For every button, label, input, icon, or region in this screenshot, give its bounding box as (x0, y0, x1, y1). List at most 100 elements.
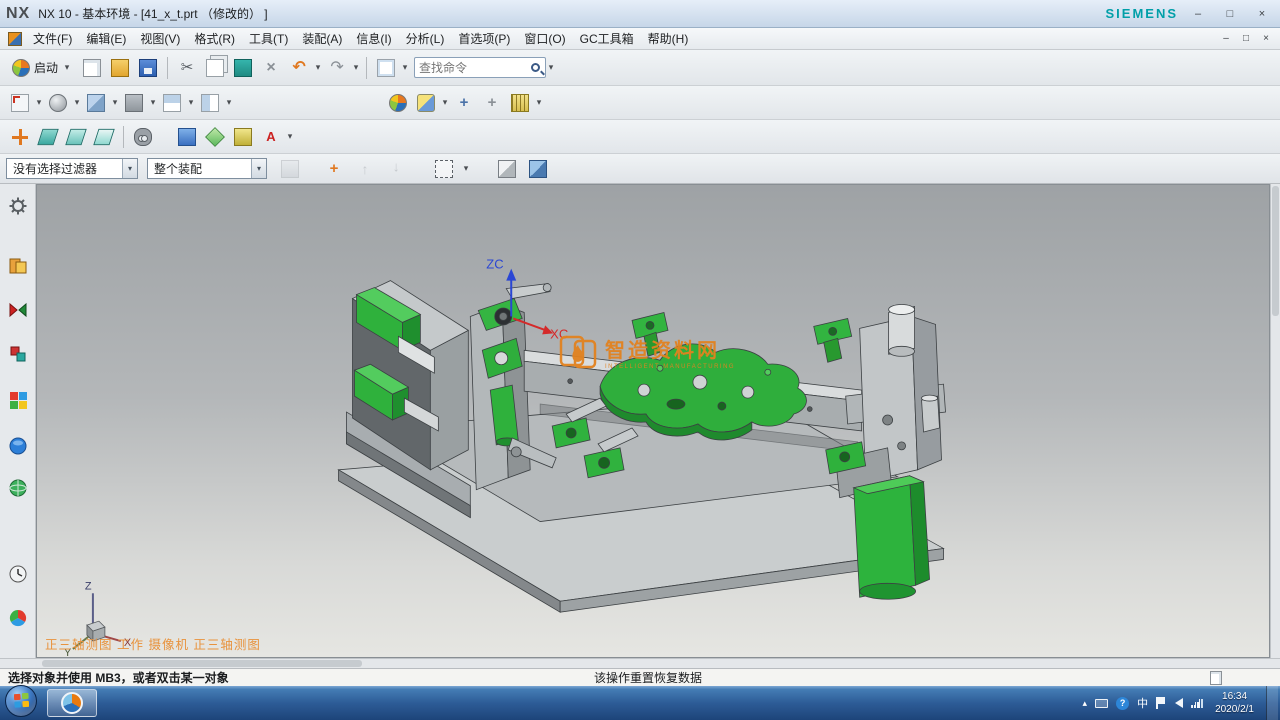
menu-analysis[interactable]: 分析(L) (399, 28, 452, 49)
web-browser-button[interactable] (6, 434, 30, 458)
copy-button[interactable] (202, 55, 228, 81)
menu-view[interactable]: 视图(V) (133, 28, 187, 49)
add-snap-button[interactable]: + (321, 156, 347, 182)
lighting-caret[interactable]: ▾ (440, 97, 450, 108)
marquee-select-button[interactable] (431, 156, 457, 182)
touch-window-button[interactable] (373, 55, 399, 81)
system-materials-button[interactable] (6, 606, 30, 630)
visualization-button[interactable] (385, 90, 411, 116)
orient-view-button[interactable] (7, 90, 33, 116)
menu-format[interactable]: 格式(R) (187, 28, 242, 49)
tray-help-icon[interactable]: ? (1116, 697, 1129, 710)
tray-chevron-up-icon[interactable]: ▴ (1083, 698, 1088, 709)
tape-button[interactable] (130, 124, 156, 150)
chevron-down-icon[interactable]: ▾ (62, 62, 72, 73)
layout-caret[interactable]: ▾ (186, 97, 196, 108)
redo-button[interactable]: ↷ (324, 55, 350, 81)
show-desktop-button[interactable] (1266, 686, 1278, 720)
child-minimize-button[interactable]: – (1216, 32, 1236, 46)
internet-explorer-button[interactable] (6, 476, 30, 500)
cut-button[interactable]: ✂ (174, 55, 200, 81)
child-restore-button[interactable]: □ (1236, 32, 1256, 46)
history-palette-button[interactable] (6, 562, 30, 586)
menu-file[interactable]: 文件(F) (26, 28, 79, 49)
reuse-library-button[interactable] (6, 388, 30, 412)
graphics-viewport[interactable]: ZC XC Z X Y (36, 184, 1270, 658)
annotation-caret[interactable]: ▾ (285, 131, 295, 142)
general-object-button[interactable] (494, 156, 520, 182)
maximize-button[interactable]: □ (1218, 6, 1242, 22)
close-button[interactable]: × (1250, 6, 1274, 22)
search-dropdown-caret[interactable]: ▾ (546, 62, 556, 73)
rendering-style-button[interactable] (45, 90, 71, 116)
tray-volume-icon[interactable] (1175, 698, 1183, 708)
select-previous-button[interactable]: ↑ (352, 156, 378, 182)
paste-button[interactable] (230, 55, 256, 81)
save-button[interactable] (135, 55, 161, 81)
snap-point-button[interactable]: + (451, 90, 477, 116)
layer-category-button[interactable] (91, 124, 117, 150)
select-next-button[interactable]: ↑ (383, 156, 409, 182)
tray-action-center-flag-icon[interactable] (1156, 697, 1167, 709)
background-caret[interactable]: ▾ (148, 97, 158, 108)
tray-display-icon[interactable] (1095, 699, 1108, 708)
menu-assemblies[interactable]: 装配(A) (295, 28, 349, 49)
shaded-view-button[interactable] (83, 90, 109, 116)
search-icon[interactable] (531, 63, 540, 72)
selection-scope-dropdown[interactable]: 整个装配 ▾ (147, 158, 267, 179)
taskbar-nx-button[interactable] (47, 689, 97, 717)
chevron-down-icon[interactable]: ▾ (251, 159, 266, 178)
roles-gear-button[interactable] (6, 194, 30, 218)
snap-end-button[interactable]: + (479, 90, 505, 116)
horizontal-scrollbar-thumb[interactable] (42, 660, 362, 667)
orient-caret[interactable]: ▾ (34, 97, 44, 108)
chevron-down-icon[interactable]: ▾ (122, 159, 137, 178)
vertical-scrollbar-thumb[interactable] (1272, 186, 1279, 316)
assembly-navigator-button[interactable] (6, 254, 30, 278)
selection-filter-dropdown[interactable]: 没有选择过滤器 ▾ (6, 158, 138, 179)
tray-network-icon[interactable] (1191, 698, 1203, 708)
measure-button[interactable] (507, 90, 533, 116)
background-button[interactable] (121, 90, 147, 116)
layer-settings-button[interactable] (35, 124, 61, 150)
style-caret[interactable]: ▾ (72, 97, 82, 108)
window-dropdown-caret[interactable]: ▾ (400, 62, 410, 73)
minimize-button[interactable]: – (1186, 6, 1210, 22)
layout-button[interactable] (159, 90, 185, 116)
undo-button[interactable]: ↶ (286, 55, 312, 81)
child-close-button[interactable]: × (1256, 32, 1276, 46)
open-button[interactable] (107, 55, 133, 81)
move-component-button[interactable] (174, 124, 200, 150)
datum-plane-button[interactable] (202, 124, 228, 150)
solid-body-button[interactable] (525, 156, 551, 182)
taskbar-clock[interactable]: 16:34 2020/2/1 (1211, 690, 1258, 716)
csys-button[interactable] (7, 124, 33, 150)
tray-ime-indicator[interactable]: 中 (1137, 695, 1148, 711)
menu-gc-toolbox[interactable]: GC工具箱 (573, 28, 641, 49)
start-orb[interactable] (5, 685, 37, 717)
measure-caret[interactable]: ▾ (534, 97, 544, 108)
delete-button[interactable]: × (258, 55, 284, 81)
menu-edit[interactable]: 编辑(E) (79, 28, 133, 49)
new-button[interactable] (79, 55, 105, 81)
lighting-button[interactable] (413, 90, 439, 116)
assembly-constraint-button[interactable] (230, 124, 256, 150)
part-navigator-button[interactable] (6, 342, 30, 366)
layer-visible-button[interactable] (63, 124, 89, 150)
vertical-scrollbar[interactable] (1270, 184, 1280, 658)
shaded-caret[interactable]: ▾ (110, 97, 120, 108)
start-menu-button[interactable]: 启动 ▾ (6, 57, 78, 79)
interpart-link-button[interactable] (277, 156, 303, 182)
constraint-navigator-button[interactable] (6, 298, 30, 322)
horizontal-scrollbar[interactable] (0, 658, 1280, 668)
view-window-button[interactable] (197, 90, 223, 116)
command-finder-input[interactable] (419, 61, 531, 75)
menu-help[interactable]: 帮助(H) (641, 28, 696, 49)
marquee-caret[interactable]: ▾ (461, 163, 471, 174)
menu-information[interactable]: 信息(I) (349, 28, 398, 49)
view-window-caret[interactable]: ▾ (224, 97, 234, 108)
undo-dropdown-caret[interactable]: ▾ (313, 62, 323, 73)
menu-window[interactable]: 窗口(O) (517, 28, 572, 49)
redo-dropdown-caret[interactable]: ▾ (351, 62, 361, 73)
annotation-button[interactable]: A (258, 124, 284, 150)
